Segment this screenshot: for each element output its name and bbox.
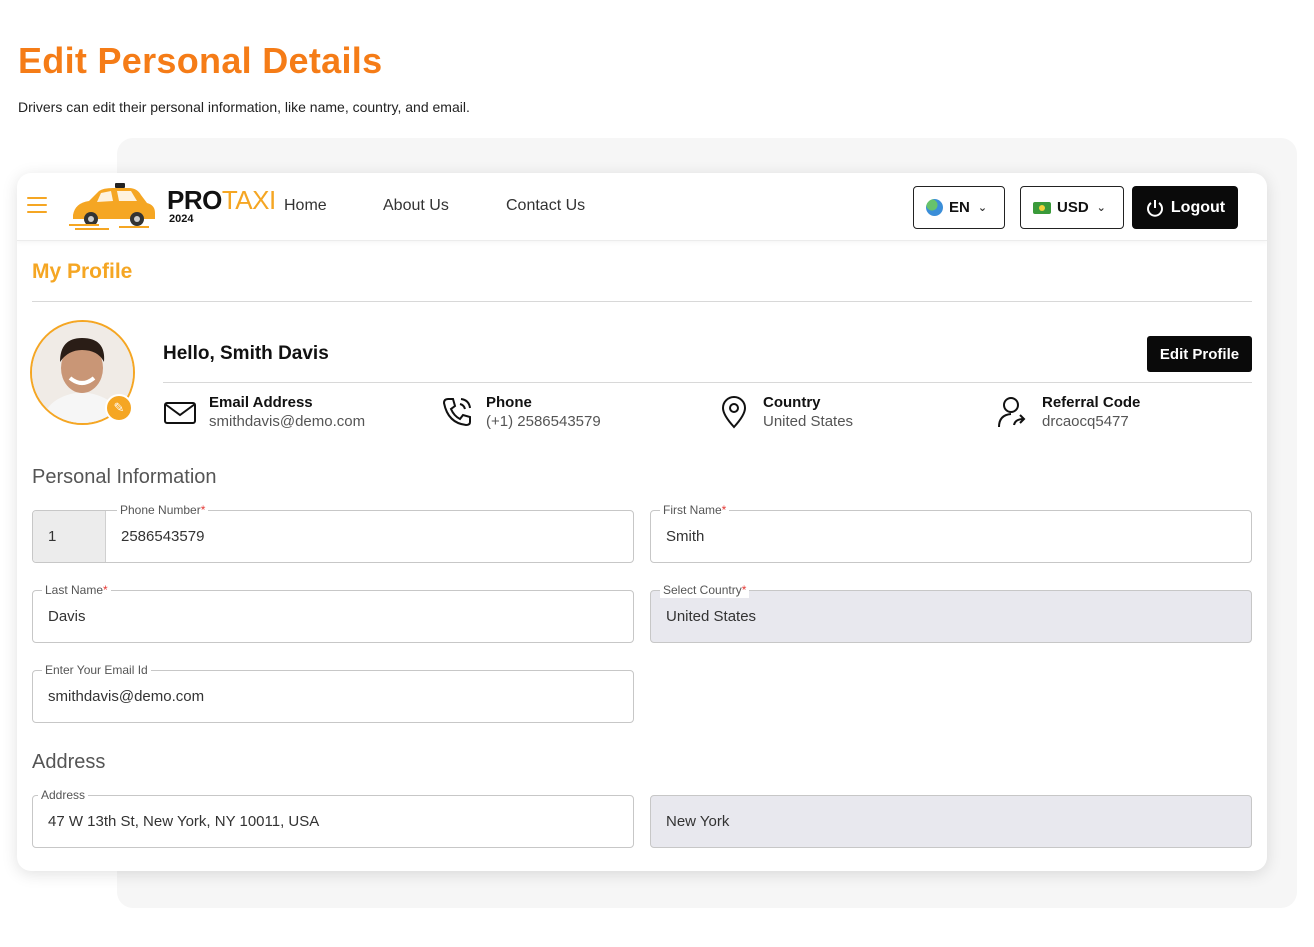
info-phone: Phone (+1) 2586543579 (440, 393, 601, 431)
mail-icon (164, 402, 196, 424)
field-label: First Name* (660, 502, 730, 518)
country-code-value: 1 (48, 528, 57, 545)
location-pin-icon (721, 396, 747, 429)
field-label: Phone Number* (117, 502, 209, 518)
page: Edit Personal Details Drivers can edit t… (0, 0, 1314, 947)
info-label: Phone (486, 394, 532, 411)
divider (32, 301, 1252, 302)
select-country-value: United States (666, 608, 757, 625)
field-label: Address (38, 787, 89, 803)
hero-title: Edit Personal Details (18, 40, 383, 81)
email-field[interactable]: Enter Your Email Id smithdavis@demo.com (32, 662, 634, 723)
pencil-edit-icon[interactable]: ✎ (105, 394, 133, 422)
currency-select[interactable]: USD ⌄ (1020, 186, 1124, 229)
info-email: Email Address smithdavis@demo.com (163, 393, 365, 431)
language-select[interactable]: EN ⌄ (913, 186, 1005, 229)
brand-year: 2024 (169, 213, 194, 225)
brand-pro-text: PRO (167, 185, 222, 215)
power-icon (1146, 199, 1163, 217)
address-value: 47 W 13th St, New York, NY 10011, USA (48, 813, 320, 830)
brand-name[interactable]: PROTAXI (167, 187, 276, 213)
my-profile-title: My Profile (32, 260, 133, 283)
logout-label: Logout (1170, 198, 1226, 216)
field-label: Select Country* (660, 582, 750, 598)
phone-number-field[interactable]: 1 Phone Number* 2586543579 (32, 502, 634, 563)
divider (163, 382, 1252, 383)
cash-icon (1033, 201, 1051, 214)
info-value: drcaocq5477 (1042, 413, 1129, 430)
chevron-down-icon: ⌄ (1096, 202, 1106, 214)
address-field[interactable]: Address 47 W 13th St, New York, NY 10011… (32, 787, 634, 848)
phone-number-value: 2586543579 (121, 528, 205, 545)
field-label-text: Last Name (45, 583, 104, 597)
globe-icon (926, 199, 943, 216)
last-name-value: Davis (48, 608, 86, 625)
field-label-text: Phone Number (120, 503, 201, 517)
address-title: Address (32, 751, 106, 773)
phone-icon (442, 398, 471, 427)
info-label: Referral Code (1042, 394, 1141, 411)
country-code-prefix[interactable]: 1 (33, 511, 106, 562)
brand-taxi-text: TAXI (221, 185, 276, 215)
city-field[interactable]: New York (650, 795, 1252, 848)
info-value: smithdavis@demo.com (209, 413, 366, 430)
info-value: United States (763, 413, 854, 430)
field-label: Enter Your Email Id (42, 662, 151, 678)
nav-link-about-us[interactable]: About Us (383, 197, 449, 215)
info-label: Email Address (209, 394, 313, 411)
field-label-text: Select Country (663, 583, 742, 597)
nav-link-contact-us[interactable]: Contact Us (506, 197, 585, 215)
hero-subtitle: Drivers can edit their personal informat… (18, 99, 470, 115)
currency-value: USD (1057, 199, 1089, 216)
language-value: EN (949, 199, 970, 216)
hamburger-menu-icon[interactable] (27, 197, 47, 215)
greeting: Hello, Smith Davis (163, 343, 329, 364)
info-country: Country United States (717, 393, 853, 431)
email-value: smithdavis@demo.com (48, 688, 205, 705)
navbar: PROTAXI 2024 Home About Us Contact Us EN… (17, 173, 1267, 241)
referral-user-icon (998, 397, 1026, 428)
city-value: New York (666, 813, 730, 830)
info-label: Country (763, 394, 821, 411)
select-country-field[interactable]: Select Country* United States (650, 582, 1252, 643)
last-name-field[interactable]: Last Name* Davis (32, 582, 634, 643)
personal-information-title: Personal Information (32, 466, 217, 488)
edit-profile-button[interactable]: Edit Profile (1147, 336, 1252, 372)
app-window: PROTAXI 2024 Home About Us Contact Us EN… (17, 173, 1267, 871)
info-value: (+1) 2586543579 (486, 413, 601, 430)
info-referral-code: Referral Code drcaocq5477 (996, 393, 1140, 431)
taxi-car-logo-icon (69, 183, 155, 230)
chevron-down-icon: ⌄ (977, 202, 988, 214)
nav-link-home[interactable]: Home (284, 197, 327, 215)
first-name-value: Smith (666, 528, 705, 545)
field-label: Last Name* (42, 582, 111, 598)
field-label-text: First Name (663, 503, 722, 517)
logout-button[interactable]: Logout (1132, 186, 1238, 229)
first-name-field[interactable]: First Name* Smith (650, 502, 1252, 563)
